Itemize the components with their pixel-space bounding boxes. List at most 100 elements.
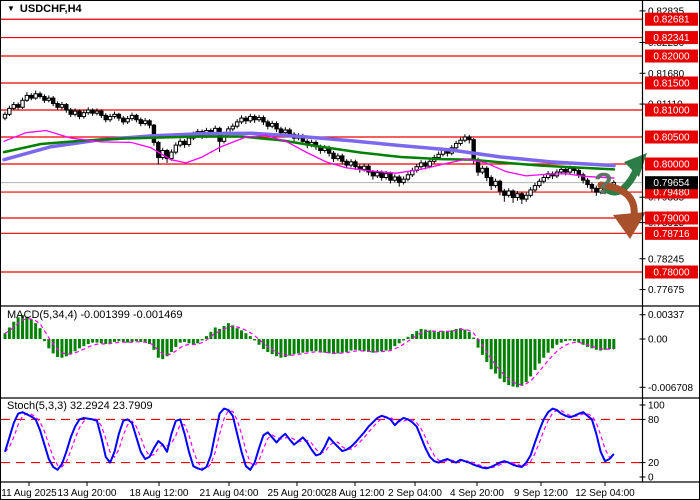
candle-body: [129, 114, 135, 120]
candle-body: [24, 94, 30, 101]
candle-body: [340, 155, 345, 162]
level-price-label: 0.82000: [653, 52, 690, 63]
stoch-indicator-label: Stoch(5,3,3) 32.2924 23.7909: [7, 400, 153, 412]
candle-body: [252, 115, 257, 121]
candle-body: [11, 104, 16, 109]
macd-histogram-bar: [367, 339, 371, 352]
macd-histogram-bar: [415, 331, 419, 339]
candle-body: [77, 110, 82, 117]
macd-histogram-bar: [292, 339, 296, 355]
candle-body: [510, 190, 516, 198]
macd-histogram-bar: [169, 339, 173, 352]
macd-histogram-bar: [520, 339, 524, 386]
candle-body: [287, 129, 292, 135]
macd-histogram-bar: [529, 339, 533, 377]
candle-body: [261, 117, 266, 123]
macd-histogram-bar: [187, 339, 191, 344]
macd-histogram-bar: [305, 339, 309, 352]
candle-body: [178, 140, 183, 146]
time-axis-label: 18 Aug 12:00: [130, 488, 189, 499]
macd-histogram-bar: [502, 339, 506, 383]
symbol-selector[interactable]: ▼ USDCHF,H4: [7, 3, 82, 15]
candle-body: [186, 137, 192, 146]
macd-axis-label: 0.00: [648, 335, 668, 346]
macd-histogram-bar: [261, 339, 265, 350]
bearish-scenario-arrowhead: [613, 212, 646, 239]
candle-body: [20, 99, 25, 108]
candle-body: [116, 113, 122, 119]
macd-histogram-bar: [77, 339, 81, 349]
candle-body: [528, 189, 533, 196]
macd-histogram-bar: [546, 339, 550, 353]
candle-body: [103, 114, 108, 121]
stoch-k-line: [4, 407, 615, 471]
macd-axis-label: 0.00337: [648, 310, 685, 321]
candle-body: [484, 167, 490, 179]
candle-body: [453, 142, 459, 149]
candle-body: [458, 139, 463, 144]
candle-body: [147, 120, 152, 126]
macd-histogram-bar: [95, 339, 99, 343]
candle-body: [462, 136, 468, 141]
macd-histogram-bar: [86, 339, 90, 345]
time-axis-label: 9 Sep 12:00: [514, 488, 568, 499]
macd-histogram-bar: [240, 330, 244, 339]
time-axis-label: 13 Aug 20:00: [58, 488, 117, 499]
macd-histogram-bar: [533, 339, 537, 370]
macd-histogram-bar: [336, 339, 340, 354]
macd-histogram-bar: [253, 339, 257, 341]
candle-body: [392, 176, 398, 181]
macd-histogram-bar: [183, 339, 187, 342]
macd-histogram-bar: [432, 331, 436, 339]
macd-histogram-bar: [91, 339, 95, 343]
candle-body: [50, 97, 56, 105]
macd-histogram-bar: [524, 339, 528, 383]
macd-histogram-bar: [126, 339, 130, 343]
macd-histogram-bar: [555, 339, 559, 345]
candle-body: [488, 177, 494, 187]
chart-canvas: 0.828350.822500.816800.811100.793850.789…: [1, 1, 699, 499]
time-axis-label: 4 Sep 20:00: [450, 488, 504, 499]
macd-histogram-bar: [380, 339, 384, 352]
macd-histogram-bar: [257, 339, 261, 345]
candle-body: [502, 190, 507, 196]
candle-body: [331, 152, 336, 160]
macd-histogram-bar: [515, 339, 519, 388]
time-axis-label: 11 Aug 2025: [1, 488, 57, 499]
level-price-label: 0.81000: [653, 106, 690, 117]
macd-histogram-bar: [108, 339, 112, 344]
candle-body: [125, 118, 130, 123]
macd-histogram-bar: [283, 339, 287, 357]
candle-body: [506, 190, 511, 196]
candle-body: [7, 107, 12, 115]
candle-body: [427, 160, 433, 167]
candle-body: [361, 165, 367, 170]
macd-histogram-bar: [235, 328, 239, 339]
macd-histogram-bar: [327, 339, 331, 354]
candle-body: [480, 167, 485, 173]
candle-body: [436, 153, 441, 159]
macd-histogram-bar: [29, 319, 33, 339]
candle-body: [335, 155, 341, 160]
candle-body: [370, 171, 376, 177]
macd-histogram-bar: [498, 339, 502, 379]
macd-histogram-bar: [397, 339, 401, 344]
macd-histogram-bar: [244, 333, 248, 339]
ma-slow-line: [2, 131, 616, 168]
candle-body: [388, 173, 393, 181]
macd-histogram-bar: [572, 339, 576, 342]
macd-histogram-bar: [161, 339, 165, 360]
macd-histogram-bar: [104, 339, 108, 345]
macd-histogram-bar: [270, 339, 274, 355]
time-axis-label: 2 Sep 04:00: [388, 488, 442, 499]
candle-body: [497, 180, 503, 192]
candle-body: [585, 179, 590, 186]
macd-histogram-bar: [551, 339, 554, 349]
price-axis-tick-label: 0.77675: [648, 285, 685, 296]
macd-histogram-bar: [218, 328, 222, 339]
macd-histogram-bar: [213, 327, 217, 339]
candle-body: [121, 117, 126, 123]
candle-body: [418, 162, 424, 168]
macd-histogram-bar: [178, 339, 182, 343]
macd-histogram-bar: [375, 339, 379, 352]
